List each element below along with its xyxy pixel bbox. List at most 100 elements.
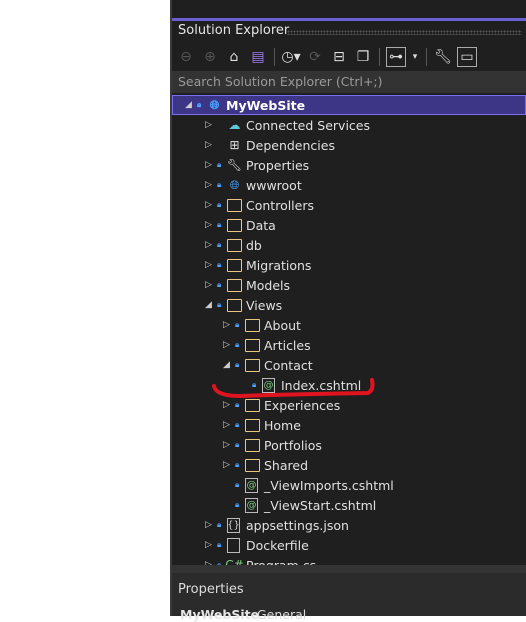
search-input[interactable]: Search Solution Explorer (Ctrl+;): [172, 71, 526, 93]
tree-item-label: Models: [246, 277, 291, 293]
forward-icon[interactable]: ⊕: [200, 47, 220, 67]
pending-changes-filter-icon[interactable]: ◷▾: [281, 47, 301, 67]
lock-icon: 🔒︎: [217, 160, 222, 169]
show-all-files-icon[interactable]: ❐: [353, 47, 373, 67]
tree-item-label: Dockerfile: [246, 537, 309, 553]
collapsed-arrow-icon[interactable]: ▷: [205, 260, 213, 270]
tree-item[interactable]: ▷ 🔒︎ Models: [172, 275, 526, 295]
collapsed-arrow-icon[interactable]: ▷: [205, 540, 213, 550]
tree-item[interactable]: ▷ 🔒︎ db: [172, 235, 526, 255]
collapsed-arrow-icon[interactable]: ▷: [223, 440, 231, 450]
lock-icon: 🔒︎: [235, 440, 240, 449]
collapsed-arrow-icon[interactable]: ▷: [205, 220, 213, 230]
tree-item[interactable]: ◢ 🔒︎ Views: [172, 295, 526, 315]
panel-title: Solution Explorer: [178, 23, 290, 38]
view-options-icon[interactable]: ⊶: [386, 47, 406, 67]
tree-item[interactable]: 🔒︎ @ _ViewImports.cshtml: [172, 475, 526, 495]
tree-item[interactable]: ▷ ☁ Connected Services: [172, 115, 526, 135]
lock-icon: 🔒︎: [235, 500, 240, 509]
collapsed-arrow-icon[interactable]: ▷: [223, 420, 231, 430]
razor-icon: @: [245, 497, 258, 513]
tree-item[interactable]: ▷ 🔒︎ About: [172, 315, 526, 335]
properties-folder-icon: 🔧︎: [226, 158, 243, 172]
toolbar: ⊖ ⊕ ⌂ ▤ ◷▾ ⟳ ⊟ ❐ ⊶ ▾ 🔧︎ ▭: [176, 45, 477, 69]
collapsed-arrow-icon[interactable]: ▷: [223, 400, 231, 410]
collapsed-arrow-icon[interactable]: ▷: [223, 460, 231, 470]
tree-item[interactable]: ▷ 🔒︎ Experiences: [172, 395, 526, 415]
collapsed-arrow-icon[interactable]: ▷: [205, 140, 213, 150]
tree-item[interactable]: ▷ 🔒︎ Data: [172, 215, 526, 235]
tree-item[interactable]: ▷ 🔒︎ Migrations: [172, 255, 526, 275]
tree-item-label: MyWebSite: [226, 97, 306, 113]
tree-item-label: wwwroot: [246, 177, 302, 193]
collapsed-arrow-icon[interactable]: ▷: [223, 320, 231, 330]
tree-item[interactable]: ▷ 🔒︎ C# Program.cs: [172, 555, 526, 566]
folder-icon: [245, 418, 260, 432]
folder-icon: [245, 338, 260, 352]
tree-item-label: db: [246, 237, 262, 253]
properties-object-name: MyWebSite: [180, 607, 260, 622]
collapsed-arrow-icon[interactable]: ▷: [205, 520, 213, 530]
folder-icon: [227, 198, 242, 212]
lock-icon: 🔒︎: [235, 480, 240, 489]
tree-item-label: _ViewStart.cshtml: [264, 497, 377, 513]
panel-drag-grip[interactable]: [287, 30, 522, 35]
tree-item-label: Portfolios: [264, 437, 322, 453]
tree-item[interactable]: ▷ 🔒︎ Dockerfile: [172, 535, 526, 555]
razor-icon: @: [245, 477, 258, 493]
collapsed-arrow-icon[interactable]: ▷: [223, 340, 231, 350]
lock-icon: 🔒︎: [197, 100, 202, 109]
tree-item-label: appsettings.json: [246, 517, 349, 533]
preview-selected-icon[interactable]: ▭: [457, 47, 477, 67]
tree-item-label: Index.cshtml: [281, 377, 362, 393]
lock-icon: 🔒︎: [235, 360, 240, 369]
chevron-down-icon[interactable]: ▾: [410, 47, 420, 67]
tree-item[interactable]: ▷ ⊞ Dependencies: [172, 135, 526, 155]
tree-item[interactable]: 🔒︎ @ Index.cshtml: [172, 375, 526, 395]
properties-object-category: General: [257, 607, 307, 622]
collapsed-arrow-icon[interactable]: ▷: [205, 200, 213, 210]
expanded-arrow-icon[interactable]: ◢: [205, 300, 213, 310]
dependencies-icon: ⊞: [229, 138, 240, 152]
collapsed-arrow-icon[interactable]: ▷: [205, 120, 213, 130]
sync-icon[interactable]: ⟳: [305, 47, 325, 67]
tree-item[interactable]: 🔒︎ @ _ViewStart.cshtml: [172, 495, 526, 515]
tree-item-label: Controllers: [246, 197, 314, 213]
tree-item[interactable]: ▷ 🔒︎ Articles: [172, 335, 526, 355]
properties-pane: Properties MyWebSite General: [172, 565, 526, 622]
lock-icon: 🔒︎: [217, 260, 222, 269]
tree-item-label: Data: [246, 217, 276, 233]
expanded-arrow-icon[interactable]: ◢: [185, 100, 193, 110]
tree-item[interactable]: ▷ 🔒︎ Home: [172, 415, 526, 435]
collapsed-arrow-icon[interactable]: ▷: [205, 180, 213, 190]
expanded-arrow-icon[interactable]: ◢: [223, 360, 231, 370]
folder-open-icon: [245, 358, 260, 372]
collapsed-arrow-icon[interactable]: ▷: [205, 280, 213, 290]
tree-item[interactable]: ▷ 🔒︎ 🔧︎ Properties: [172, 155, 526, 175]
tree-item[interactable]: ▷ 🔒︎ Portfolios: [172, 435, 526, 455]
lock-icon: 🔒︎: [235, 400, 240, 409]
lock-icon: 🔒︎: [217, 280, 222, 289]
tree-item[interactable]: ▷ 🔒︎ 🌐︎ wwwroot: [172, 175, 526, 195]
back-icon[interactable]: ⊖: [176, 47, 196, 67]
folder-icon: [227, 258, 242, 272]
home-icon[interactable]: ⌂: [224, 47, 244, 67]
tree-item[interactable]: ▷ 🔒︎ {} appsettings.json: [172, 515, 526, 535]
tree-item[interactable]: ◢ 🔒︎ Contact: [172, 355, 526, 375]
tree-item[interactable]: ◢ 🔒︎ 🌐︎ MyWebSite: [172, 95, 526, 115]
toolbar-separator: [379, 48, 380, 66]
razor-icon: @: [262, 377, 275, 393]
toolbar-separator: [274, 48, 275, 66]
tree-item[interactable]: ▷ 🔒︎ Controllers: [172, 195, 526, 215]
tree-item-label: Dependencies: [246, 137, 335, 153]
properties-wrench-icon[interactable]: 🔧︎: [433, 47, 453, 67]
collapsed-arrow-icon[interactable]: ▷: [205, 240, 213, 250]
switch-views-icon[interactable]: ▤: [248, 47, 268, 67]
lock-icon: 🔒︎: [217, 240, 222, 249]
tree-item-label: Home: [264, 417, 301, 433]
tree-item[interactable]: ▷ 🔒︎ Shared: [172, 455, 526, 475]
tree-item-label: About: [264, 317, 301, 333]
collapse-all-icon[interactable]: ⊟: [329, 47, 349, 67]
toolbar-separator: [426, 48, 427, 66]
collapsed-arrow-icon[interactable]: ▷: [205, 160, 213, 170]
